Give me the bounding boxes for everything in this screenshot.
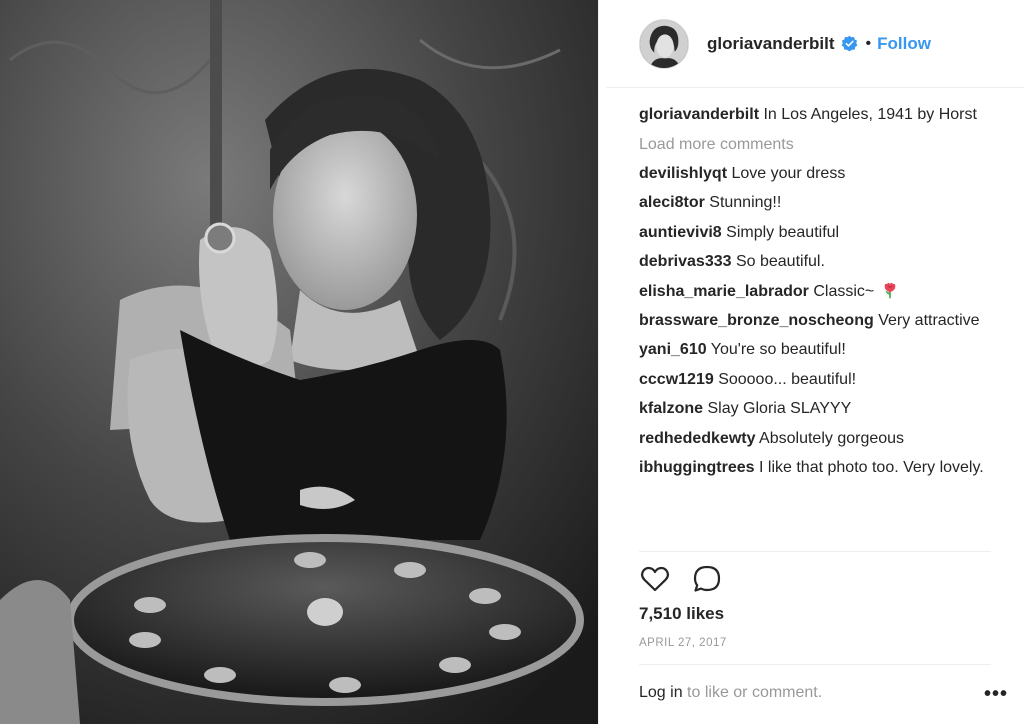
login-prompt: Log in to like or comment.: [639, 684, 822, 702]
caption-text: In Los Angeles, 1941 by Horst: [763, 106, 977, 123]
caption-username[interactable]: gloriavanderbilt: [639, 106, 759, 123]
post-photo[interactable]: [0, 0, 598, 724]
comment-username[interactable]: elisha_marie_labrador: [639, 283, 809, 300]
login-divider: [639, 664, 991, 665]
likes-count[interactable]: 7,510 likes: [639, 604, 724, 624]
more-options-icon[interactable]: •••: [984, 684, 1008, 704]
rose-icon: [884, 282, 896, 298]
owner-username[interactable]: gloriavanderbilt: [707, 34, 835, 54]
comment-username[interactable]: redhededkewty: [639, 430, 755, 447]
comment-username[interactable]: cccw1219: [639, 371, 714, 388]
comment-item: redhededkewty Absolutely gorgeous: [639, 428, 1007, 450]
comment-item: kfalzone Slay Gloria SLAYYY: [639, 398, 1007, 420]
login-link[interactable]: Log in: [639, 684, 683, 701]
comment-item: ibhuggingtrees I like that photo too. Ve…: [639, 457, 1007, 479]
comment-text: So beautiful.: [735, 253, 825, 271]
load-more-comments-link[interactable]: Load more comments: [639, 134, 1007, 156]
comment-text: Simply beautiful: [726, 223, 840, 241]
comment-username[interactable]: debrivas333: [639, 253, 732, 270]
post-header: gloriavanderbilt • Follow: [606, 0, 1024, 88]
comment-username[interactable]: devilishlyqt: [639, 165, 727, 182]
comment-item: cccw1219 Sooooo... beautiful!: [639, 369, 1007, 391]
verified-badge-icon: [841, 35, 857, 52]
post-side-panel: gloriavanderbilt • Follow gloriavanderbi…: [606, 0, 1024, 724]
comment-item: brassware_bronze_noscheong Very attracti…: [639, 310, 1007, 332]
comment-username[interactable]: auntievivi8: [639, 224, 722, 241]
login-prompt-text: to like or comment.: [682, 684, 823, 701]
header-separator: •: [865, 34, 872, 52]
comment-username[interactable]: kfalzone: [639, 400, 703, 417]
follow-button[interactable]: Follow: [877, 34, 931, 54]
comment-text: Classic~: [813, 282, 875, 300]
comment-text: Very attractive: [878, 311, 980, 329]
comment-text: Slay Gloria SLAYYY: [707, 400, 852, 418]
comment-item: auntievivi8 Simply beautiful: [639, 222, 1007, 244]
heart-icon[interactable]: [639, 563, 671, 595]
post-date: APRIL 27, 2017: [639, 637, 727, 649]
actions-divider: [639, 551, 991, 552]
post-caption: gloriavanderbilt In Los Angeles, 1941 by…: [639, 104, 1007, 126]
comment-text: Stunning!!: [709, 194, 782, 212]
comment-username[interactable]: yani_610: [639, 341, 707, 358]
panel-divider: [598, 0, 606, 724]
comment-username[interactable]: ibhuggingtrees: [639, 459, 755, 476]
comment-item: devilishlyqt Love your dress: [639, 163, 1007, 185]
comment-item: yani_610 You're so beautiful!: [639, 339, 1007, 361]
comment-text: I like that photo too. Very lovely.: [759, 458, 984, 476]
comment-username[interactable]: brassware_bronze_noscheong: [639, 312, 874, 329]
post-actions: [639, 563, 723, 595]
comment-item: debrivas333 So beautiful.: [639, 251, 1007, 273]
comment-item: elisha_marie_labrador Classic~: [639, 281, 1007, 303]
comments-list: gloriavanderbilt In Los Angeles, 1941 by…: [639, 104, 1007, 486]
comment-text: Love your dress: [731, 165, 846, 182]
comment-username[interactable]: aleci8tor: [639, 194, 705, 211]
comment-text: Absolutely gorgeous: [759, 429, 905, 447]
comment-text: Sooooo... beautiful!: [718, 370, 857, 388]
owner-avatar[interactable]: [639, 18, 689, 69]
comment-bubble-icon[interactable]: [691, 563, 723, 595]
comment-item: aleci8tor Stunning!!: [639, 192, 1007, 214]
comment-text: You're so beautiful!: [710, 341, 846, 359]
